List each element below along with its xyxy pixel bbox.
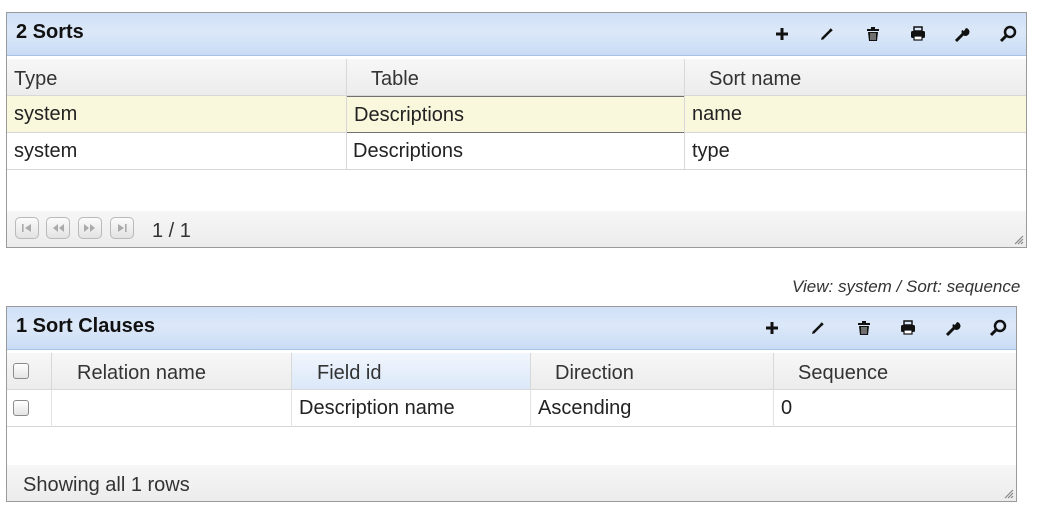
last-page-icon [118, 224, 127, 232]
sorts-pager: 1 / 1 [7, 211, 1026, 247]
column-header-sort-name[interactable]: Sort name [709, 59, 1019, 95]
row-select-checkbox[interactable] [13, 400, 29, 416]
sorts-titlebar: 2 Sorts [7, 13, 1026, 56]
resize-grip-icon[interactable] [1012, 233, 1024, 245]
sorts-header-row: Type Table Sort name [7, 59, 1026, 96]
add-button[interactable] [772, 24, 792, 44]
edit-icon [812, 322, 824, 334]
sorts-title: 2 Sorts [16, 21, 84, 43]
add-button[interactable] [762, 318, 782, 338]
print-button[interactable] [908, 24, 928, 44]
settings-button[interactable] [952, 24, 972, 44]
cell-type[interactable]: system [14, 96, 77, 133]
page-indicator: 1 / 1 [152, 220, 191, 242]
resize-grip-icon[interactable] [1002, 487, 1014, 499]
sorts-panel: 2 Sorts Type Table Sort name system Desc… [6, 12, 1027, 248]
edit-button[interactable] [817, 24, 837, 44]
table-row[interactable]: system Descriptions name [7, 96, 1026, 133]
print-button[interactable] [898, 318, 918, 338]
first-page-button[interactable] [15, 217, 39, 239]
column-divider[interactable] [773, 353, 774, 389]
settings-button[interactable] [943, 318, 963, 338]
delete-button[interactable] [863, 24, 883, 44]
cell-sequence[interactable]: 0 [781, 390, 792, 427]
column-header-direction[interactable]: Direction [555, 353, 634, 389]
search-button[interactable] [988, 318, 1008, 338]
sort-clauses-panel: 1 Sort Clauses Relation name Field id Di… [6, 306, 1017, 502]
delete-icon [867, 27, 879, 41]
add-icon [766, 322, 778, 334]
column-divider[interactable] [51, 353, 52, 389]
column-divider[interactable] [530, 353, 531, 389]
column-divider[interactable] [684, 59, 685, 95]
select-all-checkbox[interactable] [13, 363, 29, 379]
clauses-header-row: Relation name Field id Direction Sequenc… [7, 353, 1016, 390]
print-icon [901, 320, 915, 335]
column-header-relation-name[interactable]: Relation name [77, 353, 206, 389]
search-icon [999, 25, 1017, 43]
search-icon [989, 319, 1007, 337]
settings-icon [945, 322, 961, 337]
delete-button[interactable] [854, 318, 874, 338]
column-divider [530, 390, 531, 427]
edit-icon [821, 28, 833, 40]
cell-sort-name[interactable]: type [692, 133, 730, 170]
clauses-title: 1 Sort Clauses [16, 315, 155, 337]
next-page-button[interactable] [78, 217, 102, 239]
table-row[interactable]: system Descriptions type [7, 133, 1026, 170]
column-divider [684, 96, 685, 170]
column-divider[interactable] [346, 59, 347, 95]
previous-page-icon [53, 224, 64, 232]
print-icon [911, 26, 925, 41]
search-button[interactable] [998, 24, 1018, 44]
column-header-sequence[interactable]: Sequence [798, 353, 888, 389]
cell-field-id[interactable]: Description name [299, 390, 455, 427]
clauses-titlebar: 1 Sort Clauses [7, 307, 1016, 350]
last-page-button[interactable] [110, 217, 134, 239]
row-count-status: Showing all 1 rows [23, 474, 190, 496]
add-icon [776, 28, 788, 40]
cell-sort-name[interactable]: name [692, 96, 742, 133]
table-row[interactable]: Description name Ascending 0 [7, 390, 1016, 427]
view-info: View: system / Sort: sequence [792, 277, 1021, 296]
column-header-field-id[interactable]: Field id [292, 353, 530, 389]
next-page-icon [84, 224, 95, 232]
cell-direction[interactable]: Ascending [538, 390, 631, 427]
edit-button[interactable] [808, 318, 828, 338]
column-header-table[interactable]: Table [371, 59, 681, 95]
cell-table[interactable]: Descriptions [353, 133, 463, 170]
column-divider [346, 96, 347, 170]
clauses-footer: Showing all 1 rows [7, 465, 1016, 501]
cell-table[interactable]: Descriptions [346, 96, 685, 133]
delete-icon [858, 321, 870, 335]
column-divider [51, 390, 52, 427]
column-header-type[interactable]: Type [14, 59, 344, 95]
previous-page-button[interactable] [46, 217, 70, 239]
cell-type[interactable]: system [14, 133, 77, 170]
column-divider [291, 390, 292, 427]
first-page-icon [22, 224, 31, 232]
column-divider [773, 390, 774, 427]
settings-icon [954, 28, 970, 43]
